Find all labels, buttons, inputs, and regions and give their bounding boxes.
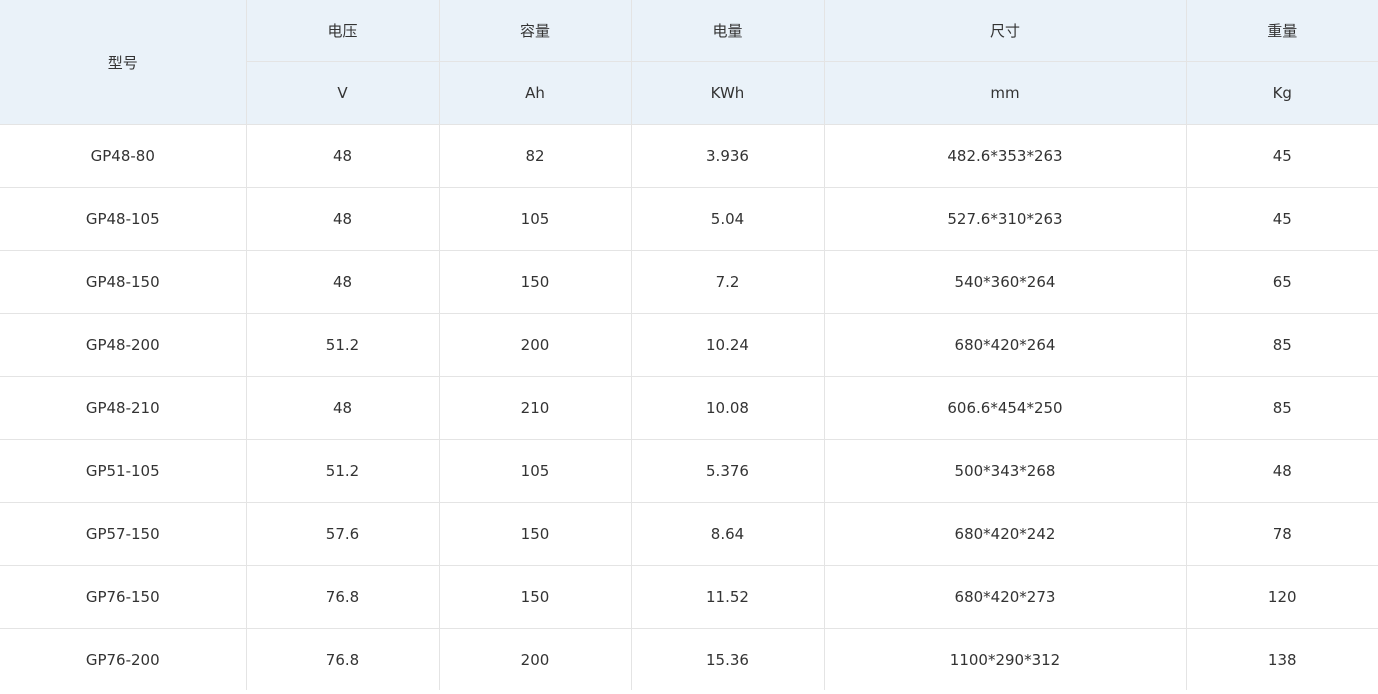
cell-energy: 3.936 xyxy=(631,124,825,188)
cell-weight: 78 xyxy=(1186,502,1378,566)
cell-energy: 8.64 xyxy=(631,502,825,566)
cell-voltage: 48 xyxy=(246,250,440,314)
table-row: GP76-200 76.8 200 15.36 1100*290*312 138 xyxy=(0,628,1378,690)
cell-energy: 10.08 xyxy=(631,376,825,440)
table-row: GP48-105 48 105 5.04 527.6*310*263 45 xyxy=(0,187,1378,251)
cell-weight: 85 xyxy=(1186,313,1378,377)
cell-model: GP48-200 xyxy=(0,313,247,377)
cell-voltage: 51.2 xyxy=(246,439,440,503)
table-row: GP51-105 51.2 105 5.376 500*343*268 48 xyxy=(0,439,1378,503)
cell-size: 527.6*310*263 xyxy=(824,187,1187,251)
cell-weight: 45 xyxy=(1186,187,1378,251)
cell-energy: 11.52 xyxy=(631,565,825,629)
cell-energy: 7.2 xyxy=(631,250,825,314)
cell-weight: 85 xyxy=(1186,376,1378,440)
unit-size: mm xyxy=(824,61,1187,125)
table-body: GP48-80 48 82 3.936 482.6*353*263 45 GP4… xyxy=(0,124,1378,690)
table-row: GP48-210 48 210 10.08 606.6*454*250 85 xyxy=(0,376,1378,440)
cell-capacity: 105 xyxy=(439,439,632,503)
header-size: 尺寸 xyxy=(824,0,1187,62)
cell-energy: 5.04 xyxy=(631,187,825,251)
cell-model: GP57-150 xyxy=(0,502,247,566)
cell-weight: 65 xyxy=(1186,250,1378,314)
table-row: GP48-200 51.2 200 10.24 680*420*264 85 xyxy=(0,313,1378,377)
header-capacity: 容量 xyxy=(439,0,632,62)
table-row: GP76-150 76.8 150 11.52 680*420*273 120 xyxy=(0,565,1378,629)
cell-size: 606.6*454*250 xyxy=(824,376,1187,440)
cell-model: GP48-80 xyxy=(0,124,247,188)
cell-capacity: 200 xyxy=(439,628,632,690)
table-header: 型号 电压 容量 电量 尺寸 重量 V Ah KWh mm Kg xyxy=(0,0,1378,125)
cell-voltage: 57.6 xyxy=(246,502,440,566)
cell-voltage: 51.2 xyxy=(246,313,440,377)
cell-capacity: 150 xyxy=(439,565,632,629)
table-row: GP48-150 48 150 7.2 540*360*264 65 xyxy=(0,250,1378,314)
cell-size: 482.6*353*263 xyxy=(824,124,1187,188)
cell-model: GP76-200 xyxy=(0,628,247,690)
cell-size: 680*420*264 xyxy=(824,313,1187,377)
header-model: 型号 xyxy=(0,0,247,125)
cell-energy: 15.36 xyxy=(631,628,825,690)
cell-voltage: 76.8 xyxy=(246,565,440,629)
unit-weight: Kg xyxy=(1186,61,1378,125)
cell-model: GP48-150 xyxy=(0,250,247,314)
unit-energy: KWh xyxy=(631,61,825,125)
header-voltage: 电压 xyxy=(246,0,440,62)
cell-voltage: 48 xyxy=(246,376,440,440)
cell-capacity: 200 xyxy=(439,313,632,377)
cell-weight: 45 xyxy=(1186,124,1378,188)
header-energy: 电量 xyxy=(631,0,825,62)
cell-capacity: 150 xyxy=(439,250,632,314)
unit-capacity: Ah xyxy=(439,61,632,125)
cell-model: GP48-210 xyxy=(0,376,247,440)
cell-capacity: 105 xyxy=(439,187,632,251)
cell-size: 500*343*268 xyxy=(824,439,1187,503)
table-row: GP48-80 48 82 3.936 482.6*353*263 45 xyxy=(0,124,1378,188)
cell-voltage: 48 xyxy=(246,187,440,251)
header-row-names: 型号 电压 容量 电量 尺寸 重量 xyxy=(0,0,1378,125)
cell-capacity: 210 xyxy=(439,376,632,440)
cell-energy: 5.376 xyxy=(631,439,825,503)
cell-size: 680*420*273 xyxy=(824,565,1187,629)
cell-capacity: 82 xyxy=(439,124,632,188)
cell-model: GP48-105 xyxy=(0,187,247,251)
cell-energy: 10.24 xyxy=(631,313,825,377)
cell-model: GP51-105 xyxy=(0,439,247,503)
battery-spec-table: 型号 电压 容量 电量 尺寸 重量 V Ah KWh mm Kg GP48-80… xyxy=(0,0,1378,690)
cell-voltage: 76.8 xyxy=(246,628,440,690)
unit-voltage: V xyxy=(246,61,440,125)
cell-capacity: 150 xyxy=(439,502,632,566)
cell-voltage: 48 xyxy=(246,124,440,188)
cell-model: GP76-150 xyxy=(0,565,247,629)
cell-weight: 138 xyxy=(1267,650,1297,669)
cell-weight: 48 xyxy=(1186,439,1378,503)
cell-weight: 120 xyxy=(1186,565,1378,629)
header-weight: 重量 xyxy=(1186,0,1378,62)
cell-size: 540*360*264 xyxy=(824,250,1187,314)
table-row: GP57-150 57.6 150 8.64 680*420*242 78 xyxy=(0,502,1378,566)
cell-size: 1100*290*312 xyxy=(824,628,1187,690)
cell-size: 680*420*242 xyxy=(824,502,1187,566)
